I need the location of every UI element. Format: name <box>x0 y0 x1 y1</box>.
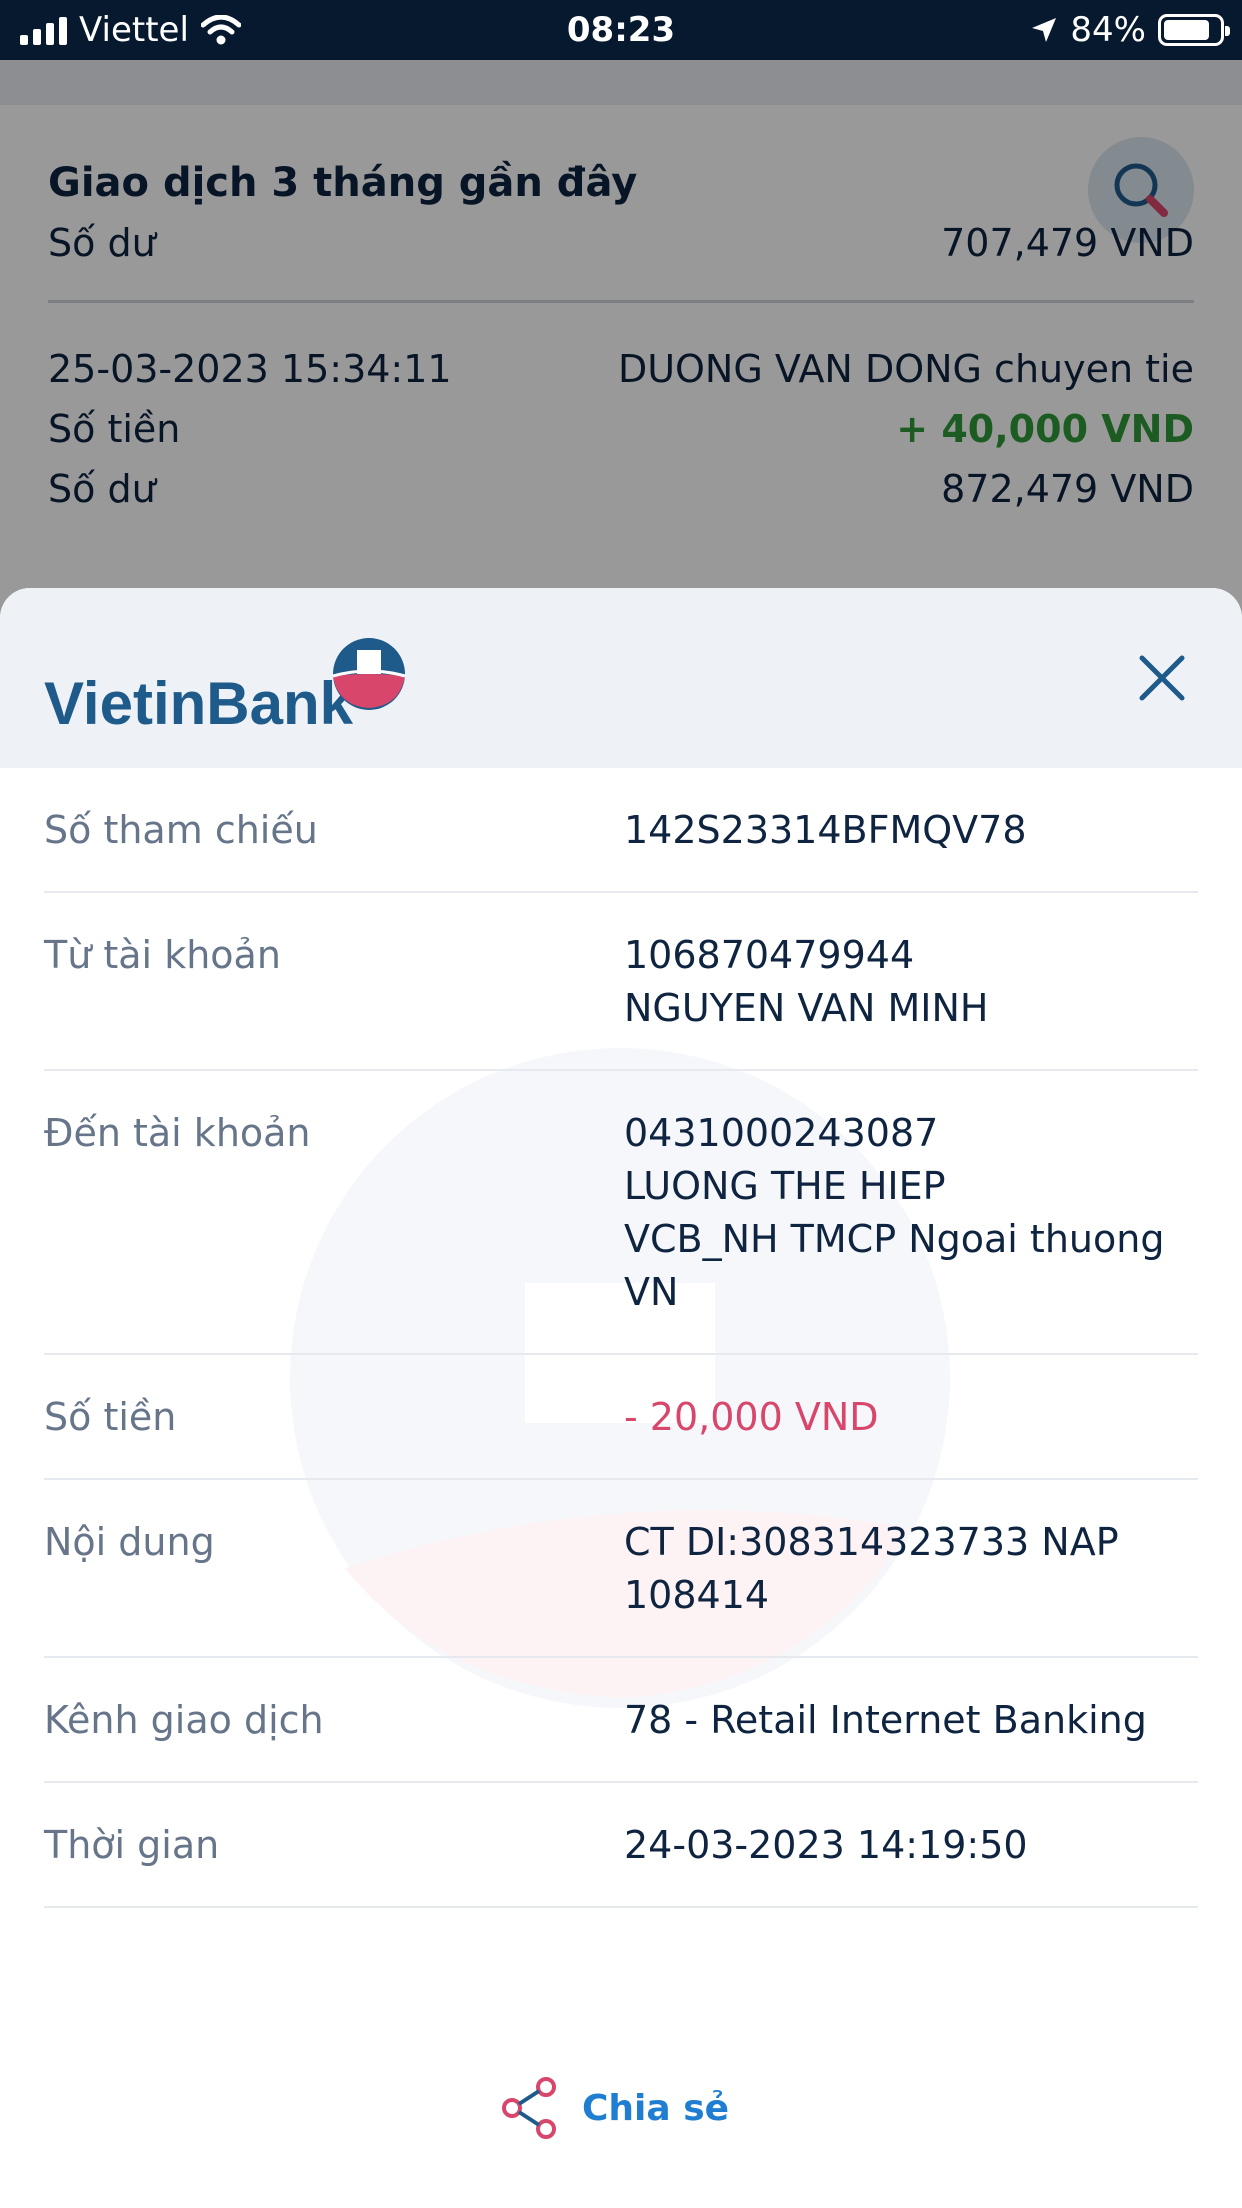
detail-value-line: 106870479944 <box>624 933 915 977</box>
detail-value-line: VN <box>624 1270 679 1314</box>
detail-value: 78 - Retail Internet Banking <box>624 1694 1198 1747</box>
detail-row: Đến tài khoản 0431000243087 LUONG THE HIEP… <box>44 1071 1198 1355</box>
detail-row: Kênh giao dịch 78 - Retail Internet Banki… <box>44 1658 1198 1783</box>
detail-value-line: VCB_NH TMCP Ngoai thuong <box>624 1217 1165 1261</box>
status-right: 84% <box>1030 0 1230 60</box>
battery-icon <box>1158 14 1230 46</box>
detail-label: Kênh giao dịch <box>44 1698 324 1742</box>
detail-value-line: 142S23314BFMQV78 <box>624 808 1027 852</box>
share-label: Chia sẻ <box>582 2087 730 2129</box>
close-button[interactable] <box>1132 648 1192 708</box>
vietinbank-logo: VietinBank <box>44 638 406 737</box>
detail-value-line: 24-03-2023 14:19:50 <box>624 1823 1028 1867</box>
detail-value-line: CT DI:308314323733 NAP <box>624 1520 1119 1564</box>
detail-value-line: NGUYEN VAN MINH <box>624 986 989 1030</box>
detail-label: Số tiền <box>44 1395 177 1439</box>
svg-text:VietinBank: VietinBank <box>44 670 354 737</box>
detail-label: Đến tài khoản <box>44 1111 311 1155</box>
detail-value: 0431000243087 LUONG THE HIEP VCB_NH TMCP N… <box>624 1107 1198 1319</box>
battery-percent: 84% <box>1070 10 1146 50</box>
detail-value-line: 78 - Retail Internet Banking <box>624 1698 1147 1742</box>
detail-value: CT DI:308314323733 NAP 108414 <box>624 1516 1198 1622</box>
battery-level-fill <box>1164 20 1210 40</box>
detail-value: 142S23314BFMQV78 <box>624 804 1198 857</box>
detail-value-line: 108414 <box>624 1573 770 1617</box>
detail-row: Từ tài khoản 106870479944 NGUYEN VAN MINH <box>44 893 1198 1071</box>
share-button[interactable]: Chia sẻ <box>500 2068 729 2148</box>
share-icon <box>502 2077 556 2139</box>
detail-value: - 20,000 VND <box>624 1391 1198 1444</box>
detail-label: Số tham chiếu <box>44 808 318 852</box>
close-icon <box>1139 655 1185 701</box>
detail-label: Thời gian <box>44 1823 220 1867</box>
detail-label: Từ tài khoản <box>44 933 281 977</box>
sheet-header: VietinBank <box>0 588 1242 768</box>
location-arrow-icon <box>1032 18 1057 42</box>
detail-row: Thời gian 24-03-2023 14:19:50 <box>44 1783 1198 1908</box>
status-bar: Viettel 08:23 84% <box>0 0 1242 60</box>
detail-row: Số tham chiếu 142S23314BFMQV78 <box>44 768 1198 893</box>
transaction-detail-sheet: VietinBank Số tham chiếu 142S23314BFMQV78… <box>0 588 1242 2208</box>
detail-value-line: 0431000243087 <box>624 1111 939 1155</box>
detail-value: 24-03-2023 14:19:50 <box>624 1819 1198 1872</box>
detail-row: Số tiền - 20,000 VND <box>44 1355 1198 1480</box>
detail-list: Số tham chiếu 142S23314BFMQV78 Từ tài khoả… <box>44 768 1198 1908</box>
detail-value-line: - 20,000 VND <box>624 1395 879 1439</box>
detail-label: Nội dung <box>44 1520 215 1564</box>
detail-value-line: LUONG THE HIEP <box>624 1164 946 1208</box>
detail-row: Nội dung CT DI:308314323733 NAP 108414 <box>44 1480 1198 1658</box>
detail-value: 106870479944 NGUYEN VAN MINH <box>624 929 1198 1035</box>
